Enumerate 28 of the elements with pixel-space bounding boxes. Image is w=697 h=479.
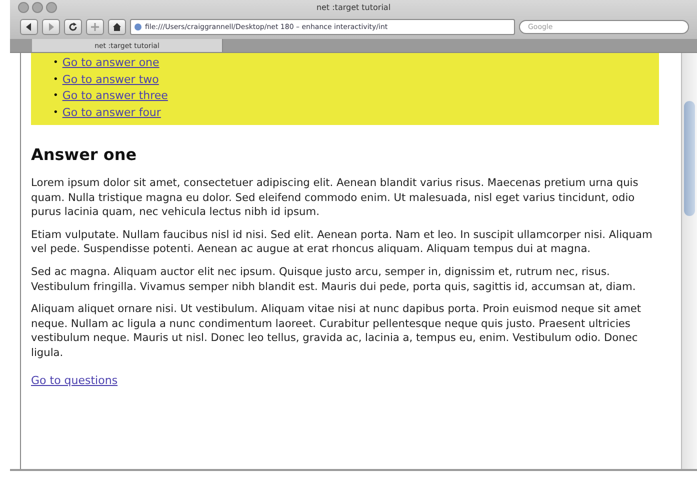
scrollbar-thumb[interactable] <box>684 101 695 216</box>
window-title: net :target tutorial <box>316 2 391 12</box>
add-bookmark-icon <box>90 22 100 32</box>
list-bullet: • <box>53 57 58 70</box>
window-control-button[interactable] <box>18 2 29 13</box>
body-paragraph: Sed ac magna. Aliquam auctor elit nec ipsum. Quisque justo arcu, semper in, dignissim et, rutrum nec, risus. Vestibulum fringilla. Vivamus semper nibh blandit est. Mauris dui pede, porta quis, sagittis id, accumsan at, diam. <box>31 264 637 294</box>
body-paragraph: Aliquam aliquet ornare nisi. Ut vestibulum. Aliquam vitae nisi at nunc dapibus porta. Proin euismod neque sit amet neque. Nullam ac ligula a nunc condimentum laoreet. Curabitur pellentesque neque quis justo. Praesent ultricies vestibulum neque. Mauris ut nisl. Donec leo tellus, gravida ac, lacinia a, tempus eu, enim. Vestibulum odio. Donec ligula. <box>31 302 642 361</box>
window-control-button[interactable] <box>32 2 43 13</box>
section-heading: Answer one <box>31 145 138 164</box>
nav-link[interactable]: Go to answer one <box>62 55 160 72</box>
forward-icon <box>46 22 56 32</box>
nav-link[interactable]: Go to answer two <box>62 72 159 88</box>
list-bullet: • <box>53 74 58 86</box>
window-control-button[interactable] <box>46 2 57 13</box>
back-link[interactable]: Go to questions <box>31 374 118 387</box>
reload-icon <box>68 22 78 32</box>
back-button[interactable] <box>20 18 38 34</box>
body-paragraph: Lorem ipsum dolor sit amet, consectetuer adipiscing elit. Aenean blandit varius risus. Maecenas pretium urna quis quam. Nulla tristique magna eu dolor. Sed eleifend commodo enim. Ut malesuada, nisl eget varius tincidunt, odio purus lacinia quam, nec vehicula lectus nibh id ipsum. <box>31 176 640 220</box>
list-bullet: • <box>53 106 58 120</box>
list-bullet: • <box>53 90 58 103</box>
body-paragraph: Etiam vulputate. Nullam faucibus nisl id nisi. Sed elit. Aenean porta. Nam et leo. In suscipit ullamcorper nisi. Aliquam vel pede. Suspendisse potenti. Aenean ac augue at erat rhoncus aliquam. Aliquam tempus dui at magna. <box>31 228 654 257</box>
back-icon <box>24 22 34 32</box>
nav-link[interactable]: Go to answer four <box>62 104 161 121</box>
scrollbar[interactable] <box>681 53 697 469</box>
reload-button[interactable] <box>64 18 82 34</box>
home-icon <box>112 22 122 32</box>
home-button[interactable] <box>108 18 126 34</box>
nav-link[interactable]: Go to answer three <box>62 88 168 104</box>
